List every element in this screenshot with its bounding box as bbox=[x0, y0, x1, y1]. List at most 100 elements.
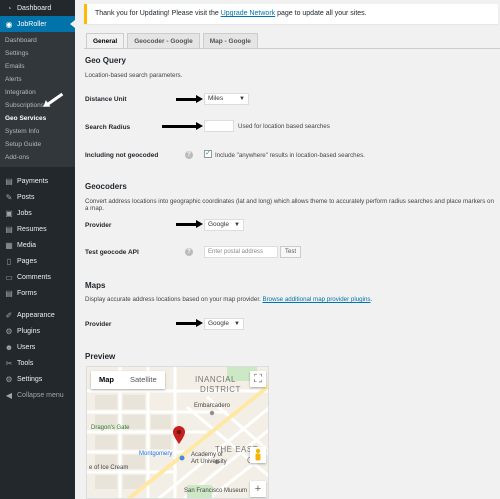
geocoders-heading: Geocoders bbox=[85, 182, 127, 191]
preview-heading: Preview bbox=[85, 352, 116, 361]
submenu-emails[interactable]: Emails bbox=[0, 60, 75, 73]
sidebar-item-posts[interactable]: ✎ Posts bbox=[0, 189, 75, 205]
plugins-icon: ⚙ bbox=[5, 326, 13, 336]
search-radius-input[interactable] bbox=[204, 120, 234, 132]
notice-text-after: page to update all your sites. bbox=[275, 10, 367, 17]
pin-icon: ✎ bbox=[5, 192, 13, 202]
map-label-sf-museum: San Francisco Museum bbox=[184, 488, 248, 494]
sidebar-item-resumes[interactable]: ▤ Resumes bbox=[0, 221, 75, 237]
collapse-menu-label: Collapse menu bbox=[17, 391, 64, 399]
search-radius-label: Search Radius bbox=[85, 124, 131, 131]
sidebar-item-dashboard[interactable]: ◔ Dashboard bbox=[0, 0, 75, 16]
submenu-dashboard[interactable]: Dashboard bbox=[0, 34, 75, 47]
sidebar-item-settings[interactable]: ⚙ Settings bbox=[0, 371, 75, 387]
sidebar-item-payments[interactable]: ▤ Payments bbox=[0, 173, 75, 189]
forms-icon: ▤ bbox=[5, 288, 13, 298]
test-geocode-label: Test geocode API bbox=[85, 249, 139, 256]
test-geocode-input[interactable]: Enter postal address bbox=[204, 246, 278, 258]
zoom-in-button[interactable]: + bbox=[250, 481, 266, 497]
location-marker-icon[interactable] bbox=[172, 425, 186, 445]
submenu-add-ons[interactable]: Add-ons bbox=[0, 151, 75, 164]
caret-down-icon: ▼ bbox=[234, 222, 240, 228]
collapse-menu-button[interactable]: ◀ Collapse menu bbox=[0, 387, 75, 403]
collapse-icon: ◀ bbox=[5, 390, 13, 400]
submenu-subscriptions[interactable]: Subscriptions bbox=[0, 99, 75, 112]
submenu-geo-services[interactable]: Geo Services bbox=[0, 112, 75, 125]
comments-icon: ▭ bbox=[5, 272, 13, 282]
tab-general[interactable]: General bbox=[86, 33, 125, 49]
geocoders-desc: Convert address locations into geographi… bbox=[85, 198, 494, 212]
map-type-map-button[interactable]: Map bbox=[91, 371, 122, 389]
sidebar-item-forms[interactable]: ▤ Forms bbox=[0, 285, 75, 301]
maps-heading: Maps bbox=[85, 281, 106, 290]
sidebar-item-label: Jobs bbox=[17, 209, 32, 217]
test-geocode-button[interactable]: Test bbox=[280, 246, 302, 258]
map-label-dragons-gate: Dragon's Gate bbox=[91, 425, 130, 431]
map-provider-value: Google bbox=[208, 320, 229, 327]
sidebar-item-label: JobRoller bbox=[17, 20, 47, 28]
distance-unit-value: Miles bbox=[208, 95, 224, 102]
jobs-icon: ▣ bbox=[5, 208, 13, 218]
not-geocoded-checkbox[interactable]: ✓ bbox=[204, 150, 212, 158]
maps-desc-text: Display accurate address locations based… bbox=[85, 296, 263, 303]
sidebar-item-label: Plugins bbox=[17, 327, 40, 335]
sidebar-item-users[interactable]: ☻ Users bbox=[0, 339, 75, 355]
submenu-setup-guide[interactable]: Setup Guide bbox=[0, 138, 75, 151]
annotation-arrow bbox=[176, 319, 203, 327]
sidebar-item-comments[interactable]: ▭ Comments bbox=[0, 269, 75, 285]
search-radius-note: Used for location based searches bbox=[238, 123, 330, 130]
sidebar-item-tools[interactable]: ✂ Tools bbox=[0, 355, 75, 371]
sidebar-item-label: Resumes bbox=[17, 225, 47, 233]
tab-divider bbox=[84, 48, 500, 49]
sidebar-item-plugins[interactable]: ⚙ Plugins bbox=[0, 323, 75, 339]
tools-icon: ✂ bbox=[5, 358, 13, 368]
sidebar-item-label: Payments bbox=[17, 177, 49, 185]
sidebar-item-label: Forms bbox=[17, 289, 37, 297]
annotation-arrow bbox=[176, 95, 203, 103]
update-notice: Thank you for Updating! Please visit the… bbox=[84, 4, 498, 24]
admin-sidebar: ◔ Dashboard ◉ JobRoller Dashboard Settin… bbox=[0, 0, 75, 499]
sidebar-item-pages[interactable]: ▯ Pages bbox=[0, 253, 75, 269]
distance-unit-label: Distance Unit bbox=[85, 96, 127, 103]
map-provider-plugins-link[interactable]: Browse additional map provider plugins bbox=[262, 296, 370, 303]
geocoder-provider-select[interactable]: Google ▼ bbox=[204, 219, 244, 231]
sidebar-item-label: Comments bbox=[17, 273, 51, 281]
map-label-academy-2: Art University bbox=[191, 459, 227, 465]
street-view-pegman-icon[interactable] bbox=[250, 447, 266, 463]
submenu-alerts[interactable]: Alerts bbox=[0, 73, 75, 86]
payments-icon: ▤ bbox=[5, 176, 13, 186]
caret-down-icon: ▼ bbox=[234, 321, 240, 327]
sidebar-item-jobs[interactable]: ▣ Jobs bbox=[0, 205, 75, 221]
sidebar-item-label: Posts bbox=[17, 193, 35, 201]
geo-query-heading: Geo Query bbox=[85, 56, 126, 65]
help-icon[interactable]: ? bbox=[185, 248, 193, 256]
map-label-district: DISTRICT bbox=[200, 385, 241, 394]
not-geocoded-note: Include "anywhere" results in location-b… bbox=[215, 152, 365, 159]
sidebar-item-media[interactable]: ▦ Media bbox=[0, 237, 75, 253]
fullscreen-icon[interactable]: ⛶ bbox=[250, 371, 266, 387]
maps-desc-end: . bbox=[370, 296, 373, 303]
help-icon[interactable]: ? bbox=[185, 151, 193, 159]
annotation-arrow bbox=[162, 122, 203, 130]
sidebar-item-label: Dashboard bbox=[17, 4, 52, 12]
map-type-satellite-button[interactable]: Satellite bbox=[122, 371, 165, 389]
sidebar-item-label: Settings bbox=[17, 375, 43, 383]
sidebar-item-appearance[interactable]: ✐ Appearance bbox=[0, 307, 75, 323]
distance-unit-select[interactable]: Miles ▼ bbox=[204, 93, 249, 105]
submenu-system-info[interactable]: System Info bbox=[0, 125, 75, 138]
submenu-integration[interactable]: Integration bbox=[0, 86, 75, 99]
tab-map-google[interactable]: Map - Google bbox=[202, 33, 258, 49]
jobroller-icon: ◉ bbox=[5, 19, 13, 29]
caret-down-icon: ▼ bbox=[239, 96, 245, 102]
submenu-settings[interactable]: Settings bbox=[0, 47, 75, 60]
upgrade-network-link[interactable]: Upgrade Network bbox=[221, 10, 275, 17]
sidebar-item-jobroller[interactable]: ◉ JobRoller bbox=[0, 16, 75, 32]
map-preview[interactable]: INANCIAL DISTRICT Embarcadero Dragon's G… bbox=[86, 366, 269, 499]
appearance-icon: ✐ bbox=[5, 310, 13, 320]
map-label-montgomery: Montgomery bbox=[139, 451, 173, 457]
geocoder-provider-value: Google bbox=[208, 221, 229, 228]
map-provider-select[interactable]: Google ▼ bbox=[204, 318, 244, 330]
geo-query-desc: Location-based search parameters. bbox=[85, 72, 183, 79]
annotation-arrow bbox=[176, 220, 203, 228]
tab-geocoder-google[interactable]: Geocoder - Google bbox=[127, 33, 200, 49]
